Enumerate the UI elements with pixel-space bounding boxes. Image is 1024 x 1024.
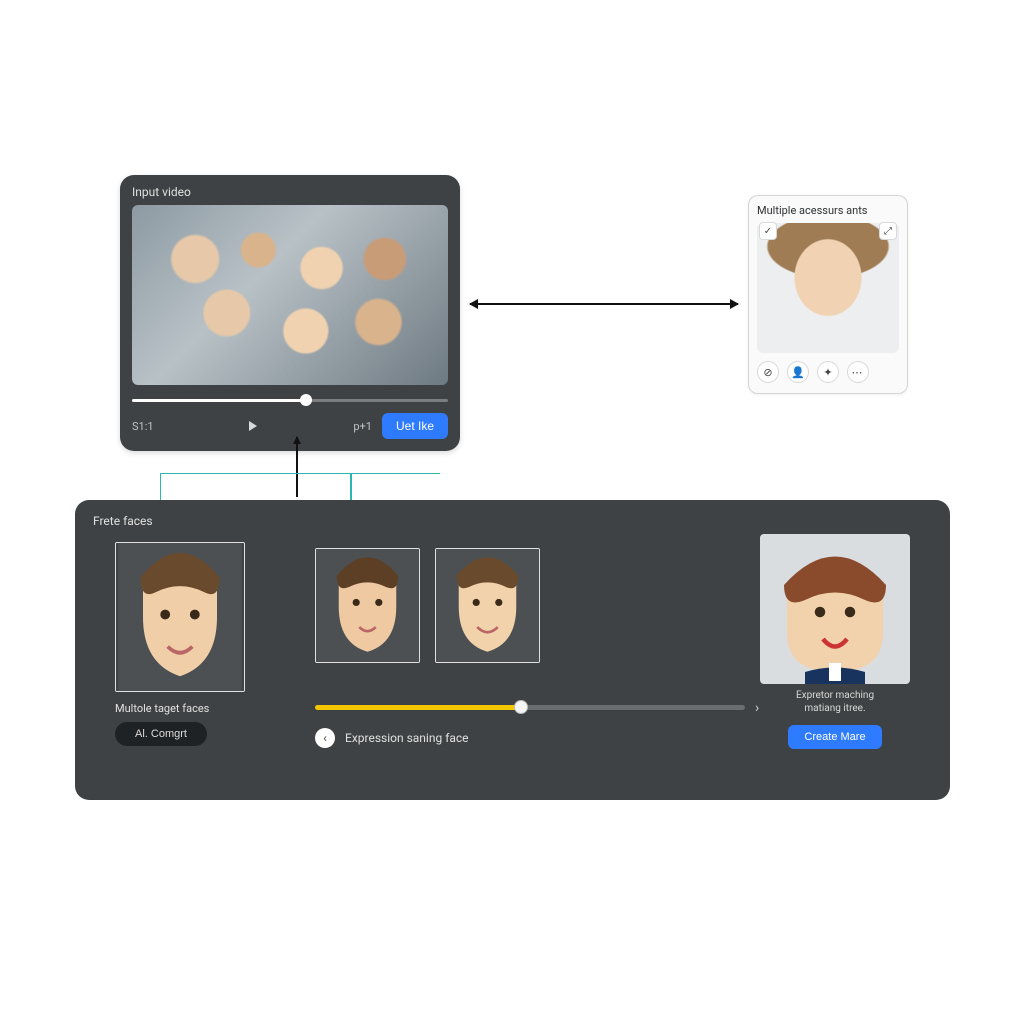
expression-row: ‹ Expression saning face (315, 728, 469, 748)
input-video-card: Input video S1:1 p+1 Uet Ike (120, 175, 460, 451)
expand-icon[interactable]: ⤢ (879, 222, 897, 240)
target-face-2[interactable] (315, 548, 420, 663)
target-face-1[interactable] (115, 542, 245, 692)
accessor-title: Multiple acessurs ants (757, 204, 899, 217)
faces-panel: Frete faces Multole taget faces Al. Co (75, 500, 950, 800)
sparkle-icon[interactable]: ✦ (817, 361, 839, 383)
target-faces-label: Multole taget faces (115, 702, 209, 715)
input-video-title: Input video (132, 185, 448, 199)
expression-label: Expression saning face (345, 731, 469, 745)
face-icon (316, 549, 419, 662)
play-icon (249, 421, 257, 431)
more-icon[interactable]: ⋯ (847, 361, 869, 383)
connector-line (350, 473, 352, 500)
create-more-button[interactable]: Create Mare (788, 725, 881, 749)
play-button[interactable] (245, 418, 261, 434)
input-video-frame[interactable] (132, 205, 448, 385)
video-duration-label: p+1 (353, 420, 372, 433)
expression-slider[interactable] (315, 700, 745, 714)
video-cta-button[interactable]: Uet Ike (382, 413, 448, 439)
face-icon (436, 549, 539, 662)
slider-next-icon[interactable]: › (755, 700, 759, 716)
output-preview: Expretor maching matiang itree. Create M… (760, 534, 910, 749)
video-controls: S1:1 p+1 Uet Ike (132, 413, 448, 439)
output-face[interactable] (760, 534, 910, 684)
person-icon[interactable]: 👤 (787, 361, 809, 383)
faces-panel-title: Frete faces (93, 514, 932, 528)
video-scrubber[interactable] (132, 395, 448, 405)
check-icon[interactable]: ✓ (759, 222, 777, 240)
face-icon (760, 534, 910, 684)
accessor-face-preview[interactable] (757, 223, 899, 353)
face-icon (116, 543, 244, 691)
link-icon[interactable]: ⊘ (757, 361, 779, 383)
chevron-left-icon[interactable]: ‹ (315, 728, 335, 748)
accessor-card: Multiple acessurs ants ✓ ⤢ ⊘ 👤 ✦ ⋯ (748, 195, 908, 394)
video-time-label: S1:1 (132, 420, 154, 433)
flow-arrow (470, 303, 738, 305)
target-face-3[interactable] (435, 548, 540, 663)
ai-convert-button[interactable]: Al. Comgrt (115, 722, 207, 746)
output-caption: Expretor maching matiang itree. (760, 690, 910, 715)
connector-line (160, 473, 440, 500)
